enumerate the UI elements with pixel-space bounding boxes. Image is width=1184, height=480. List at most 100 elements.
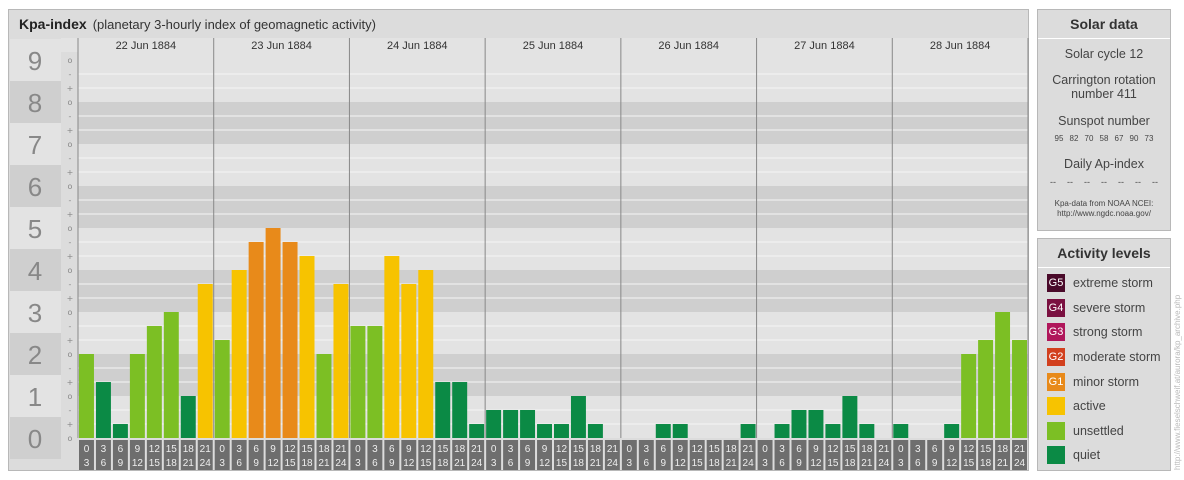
day-label: 23 Jun 1884 — [251, 40, 312, 52]
interval-start-label: 21 — [335, 444, 347, 455]
interval-end-label: 6 — [508, 458, 514, 469]
kp-bar — [672, 424, 688, 438]
interval-end-label: 6 — [101, 458, 107, 469]
interval-start-label: 6 — [796, 444, 802, 455]
interval-start-label: 9 — [135, 444, 141, 455]
interval-start-label: 9 — [949, 444, 955, 455]
interval-start-label: 18 — [318, 444, 330, 455]
interval-end-label: 3 — [491, 458, 497, 469]
kp-bar — [129, 354, 145, 438]
legend-item: G3 strong storm — [1038, 320, 1170, 345]
site-credit: http://www.fieselschweif.at/aurora/kp_ar… — [1173, 294, 1182, 470]
kp-bar — [842, 396, 858, 438]
kp-bar — [95, 382, 111, 438]
kp-bar — [384, 256, 400, 438]
legend-swatch: G5 — [1047, 274, 1065, 293]
interval-start-label: 18 — [590, 444, 602, 455]
kp-bar — [740, 424, 756, 438]
kp-band — [78, 144, 1028, 186]
kp-band — [78, 186, 1028, 228]
interval-end-label: 15 — [149, 458, 161, 469]
ap-value: -- — [1118, 177, 1124, 187]
sub-tick-label: - — [69, 112, 72, 121]
interval-start-label: 12 — [420, 444, 432, 455]
interval-end-label: 15 — [692, 458, 704, 469]
legend-swatch: G3 — [1047, 323, 1065, 342]
kp-bar — [978, 340, 994, 438]
interval-end-label: 12 — [810, 458, 822, 469]
interval-end-label: 21 — [183, 458, 195, 469]
kp-bar — [961, 354, 977, 438]
kp-bar — [520, 409, 536, 438]
legend-swatch: G4 — [1047, 298, 1065, 317]
interval-start-label: 9 — [270, 444, 276, 455]
legend-label: active — [1073, 399, 1106, 414]
ap-value: -- — [1067, 177, 1073, 187]
legend-item: quiet — [1038, 443, 1170, 468]
interval-end-label: 9 — [253, 458, 259, 469]
day-label: 27 Jun 1884 — [794, 40, 855, 52]
interval-start-label: 15 — [844, 444, 856, 455]
kp-bar — [401, 283, 417, 438]
kp-bar — [163, 312, 179, 438]
interval-start-label: 21 — [878, 444, 890, 455]
legend-label: strong storm — [1073, 325, 1143, 340]
sub-tick-label: + — [67, 252, 74, 261]
kp-bar — [452, 382, 468, 438]
interval-end-label: 15 — [827, 458, 839, 469]
interval-end-label: 9 — [389, 458, 395, 469]
kp-bar — [808, 409, 824, 438]
interval-end-label: 9 — [660, 458, 666, 469]
sub-tick-label: - — [69, 70, 72, 79]
kp-bar — [944, 424, 960, 438]
kp-band — [78, 102, 1028, 144]
interval-end-label: 3 — [627, 458, 633, 469]
sub-tick-label: o — [68, 182, 73, 191]
activity-levels-heading: Activity levels — [1038, 239, 1170, 268]
solar-cycle: Solar cycle 12 — [1064, 47, 1144, 61]
ap-value: -- — [1084, 177, 1090, 187]
interval-start-label: 12 — [149, 444, 161, 455]
kp-bar — [214, 340, 230, 438]
interval-end-label: 21 — [318, 458, 330, 469]
kp-band — [78, 270, 1028, 312]
sub-tick-label: o — [68, 224, 73, 233]
solar-data-heading: Solar data — [1038, 10, 1170, 39]
interval-start-label: 12 — [963, 444, 975, 455]
sub-tick-label: - — [69, 196, 72, 205]
ap-value: -- — [1101, 177, 1107, 187]
legend-swatch: G1 — [1047, 372, 1065, 391]
interval-end-label: 18 — [573, 458, 585, 469]
legend-swatch: G2 — [1047, 348, 1065, 367]
ap-value: -- — [1152, 177, 1158, 187]
interval-end-label: 12 — [675, 458, 687, 469]
source-link[interactable]: http://www.ngdc.noaa.gov/ — [1038, 209, 1170, 219]
interval-start-label: 15 — [709, 444, 721, 455]
ap-index-values: -- -- -- -- -- -- -- — [1038, 177, 1170, 187]
interval-start-label: 0 — [219, 444, 225, 455]
sunspot-value: 70 — [1084, 134, 1094, 143]
y-tick-label: 4 — [28, 256, 42, 286]
legend-item: unsettled — [1038, 419, 1170, 444]
chart-title: Kpa-index (planetary 3-hourly index of ge… — [19, 16, 376, 32]
y-tick-label: 7 — [28, 130, 42, 160]
interval-start-label: 0 — [355, 444, 361, 455]
interval-start-label: 0 — [491, 444, 497, 455]
interval-start-label: 18 — [861, 444, 873, 455]
interval-end-label: 9 — [525, 458, 531, 469]
day-label: 24 Jun 1884 — [387, 40, 448, 52]
y-tick-label: 9 — [28, 46, 42, 76]
interval-start-label: 12 — [692, 444, 704, 455]
kpa-chart-panel: 0 1 2 3 4 5 6 7 8 9 o + o + - o + - o + - o + - o + - o + - o + - o + - o -22… — [8, 9, 1029, 471]
sub-tick-label: + — [67, 210, 74, 219]
interval-end-label: 9 — [932, 458, 938, 469]
interval-start-label: 21 — [471, 444, 483, 455]
sub-tick-label: + — [67, 294, 74, 303]
interval-end-label: 3 — [219, 458, 225, 469]
legend-label: moderate storm — [1073, 350, 1161, 365]
interval-start-label: 6 — [932, 444, 938, 455]
sub-tick-label: o — [68, 392, 73, 401]
interval-start-label: 21 — [607, 444, 619, 455]
interval-end-label: 15 — [556, 458, 568, 469]
sunspot-value: 82 — [1069, 134, 1079, 143]
